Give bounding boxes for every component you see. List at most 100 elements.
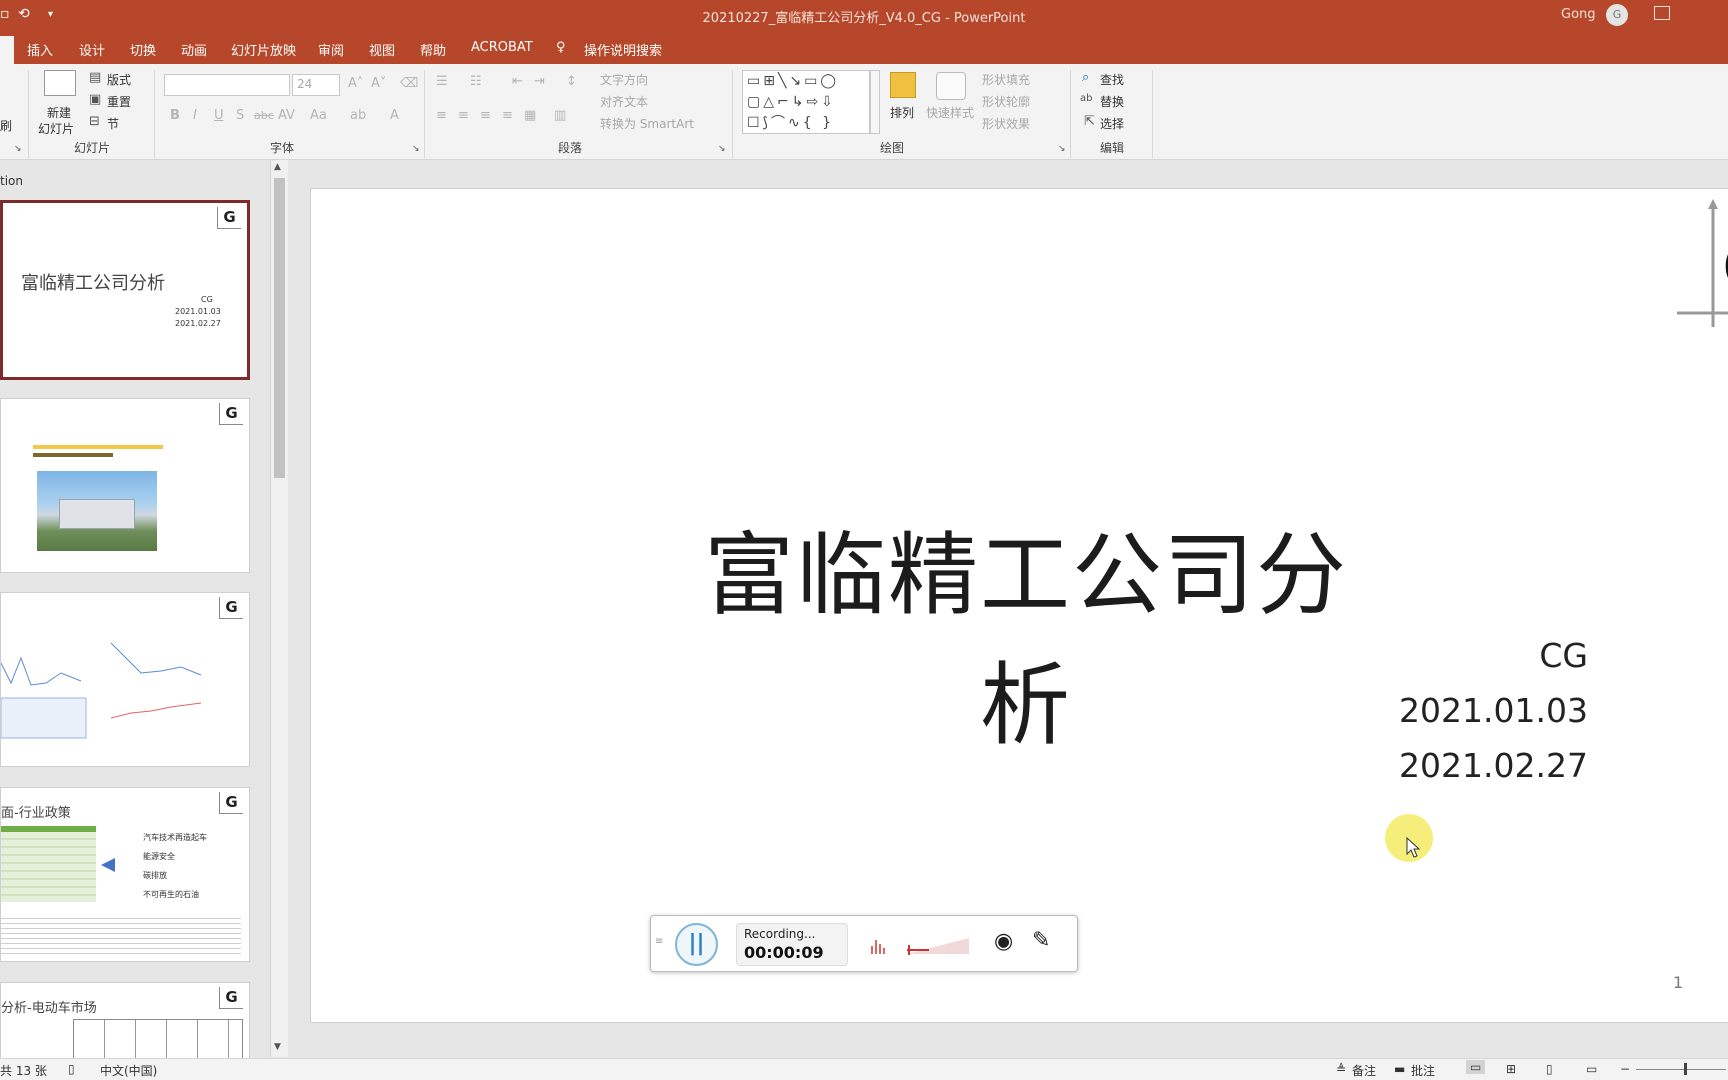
recording-label: Recording... [744,927,816,941]
char-spacing-button[interactable]: AV [278,108,295,123]
slide-thumbnail-4[interactable]: G 面-行业政策 汽车技术再造起车 能源安全 碳排放 不可再生的石油 [0,787,250,962]
comments-button[interactable]: 批注 [1411,1062,1435,1079]
title-bar: ▫ ⟲ ▾ 20210227_富临精工公司分析_V4.0_CG - PowerP… [0,0,1728,32]
accessibility-icon[interactable]: ▯ [68,1062,75,1076]
tab-animations[interactable]: 动画 [181,40,207,59]
bullets-icon[interactable]: ☰ [436,74,448,89]
new-slide-icon[interactable] [44,70,76,96]
tell-me-search[interactable]: 操作说明搜索 [584,40,662,59]
zoom-slider[interactable] [1636,1069,1726,1070]
line-spacing-icon[interactable]: ↕ [566,74,577,89]
text-direction-button[interactable]: 文字方向 [600,71,648,88]
thumb-charts [1,642,202,739]
arrange-button[interactable]: 排列 [890,104,914,121]
convert-smartart-button[interactable]: 转换为 SmartArt [600,115,694,132]
quick-styles-button[interactable]: 快速样式 [926,104,974,121]
tab-transitions[interactable]: 切换 [130,40,156,59]
slide-thumbnail-5[interactable]: G 分析-电动车市场 [0,982,250,1058]
shape-fill-button[interactable]: 形状填充 [982,71,1030,88]
new-slide-button[interactable]: 新建 [47,104,71,121]
zoom-out-icon[interactable]: − [1620,1062,1630,1076]
shape-effects-button[interactable]: 形状效果 [982,115,1030,132]
scroll-thumb[interactable] [274,178,285,478]
recording-timer: 00:00:09 [744,943,824,962]
decrease-font-icon[interactable]: A˅ [371,76,386,91]
slide-thumbnail-1[interactable]: G 富临精工公司分析 CG 2021.01.03 2021.02.27 [0,200,250,380]
align-text-button[interactable]: 对齐文本 [600,93,648,110]
highlight-icon[interactable]: ab [350,108,366,123]
scroll-up-icon[interactable]: ▲ [274,162,281,172]
drag-handle-icon[interactable]: ≡ [655,936,663,947]
tab-home-edge[interactable] [0,36,14,64]
decrease-indent-icon[interactable]: ⇤ [512,74,523,89]
align-left-icon[interactable]: ≡ [436,108,447,123]
arrange-icon[interactable] [890,72,916,98]
slide-date-2[interactable]: 2021.02.27 [1399,746,1588,785]
pen-draw-icon[interactable]: ✎ [1032,928,1050,953]
tab-acrobat[interactable]: ACROBAT [471,40,533,55]
user-name[interactable]: Gong [1561,7,1596,22]
reset-button[interactable]: 重置 [107,93,131,110]
avatar[interactable]: G [1606,4,1628,26]
notes-button[interactable]: 备注 [1352,1062,1376,1079]
webcam-icon[interactable]: ◉ [994,929,1013,954]
thumb-bullet: 碳排放 [143,871,167,880]
change-case-button[interactable]: Aa [310,108,327,123]
shapes-gallery[interactable]: ▭⊞╲↘▭◯ ▢△⌐↳⇨⇩ ☐⟆⌒∿{ } [742,70,870,134]
dialog-launcher-icon[interactable]: ↘ [412,144,420,154]
quick-styles-icon[interactable] [936,72,966,100]
slide-sorter-icon[interactable]: ⊞ [1506,1062,1516,1076]
slide-thumbnail-2[interactable]: G [0,398,250,573]
justify-icon[interactable]: ≡ [502,108,513,123]
layout-button[interactable]: 版式 [107,71,131,88]
align-right-icon[interactable]: ≡ [480,108,491,123]
font-size-field[interactable]: 24 [292,74,340,96]
dialog-launcher-icon[interactable]: ↘ [718,144,726,154]
select-button[interactable]: 选择 [1100,115,1124,132]
replace-button[interactable]: 替换 [1100,93,1124,110]
normal-view-icon[interactable]: ▭ [1466,1060,1486,1074]
slide-date-1[interactable]: 2021.01.03 [1399,691,1588,730]
tab-insert[interactable]: 插入 [27,40,53,59]
font-group-label: 字体 [270,141,295,155]
ribbon-display-options-icon[interactable] [1654,6,1670,20]
distributed-icon[interactable]: ▦ [524,108,536,123]
bold-button[interactable]: B [170,108,180,123]
numbering-icon[interactable]: ☷ [470,74,482,89]
increase-indent-icon[interactable]: ⇥ [534,74,545,89]
clear-format-icon[interactable]: ⌫ [400,76,418,91]
thumbnail-scrollbar[interactable]: ▲ ▼ [270,160,288,1057]
strikethrough-button[interactable]: abc [254,109,274,122]
underline-button[interactable]: U [214,108,224,123]
font-color-button[interactable]: A [390,108,399,123]
shadow-button[interactable]: S [236,108,244,123]
slide-title[interactable]: 富临精工公司分析 [686,502,1366,762]
align-center-icon[interactable]: ≡ [458,108,469,123]
tab-help[interactable]: 帮助 [420,40,446,59]
italic-button[interactable]: I [193,108,197,123]
dialog-launcher-icon[interactable]: ↘ [1058,144,1066,154]
language-indicator[interactable]: 中文(中国) [100,1062,157,1079]
tab-design[interactable]: 设计 [79,40,105,59]
shapes-gallery-scroll[interactable] [870,70,880,134]
tab-view[interactable]: 视图 [369,40,395,59]
format-painter-partial[interactable]: 刷 [0,117,12,134]
increase-font-icon[interactable]: A˄ [348,76,363,91]
columns-icon[interactable]: ▥ [554,108,566,123]
tab-review[interactable]: 审阅 [318,40,344,59]
slide-thumbnail-3[interactable]: G [0,592,250,767]
find-button[interactable]: 查找 [1100,71,1124,88]
tab-slideshow[interactable]: 幻灯片放映 [231,40,296,59]
font-family-field[interactable] [164,74,290,96]
reading-view-icon[interactable]: ▯ [1546,1062,1553,1076]
slide-author[interactable]: CG [1539,636,1588,675]
scroll-down-icon[interactable]: ▼ [274,1042,281,1052]
section-button[interactable]: 节 [107,115,119,132]
pause-recording-button[interactable]: || [675,923,718,966]
zoom-slider-thumb[interactable] [1684,1063,1687,1075]
dialog-launcher-icon[interactable]: ↘ [14,144,22,154]
slide-canvas[interactable]: G 富临精工公司分析 CG 2021.01.03 2021.02.27 1 [310,188,1728,1023]
new-slide-dropdown[interactable]: 幻灯片 [38,120,74,137]
shape-outline-button[interactable]: 形状轮廓 [982,93,1030,110]
slideshow-view-icon[interactable]: ▭ [1586,1062,1597,1076]
